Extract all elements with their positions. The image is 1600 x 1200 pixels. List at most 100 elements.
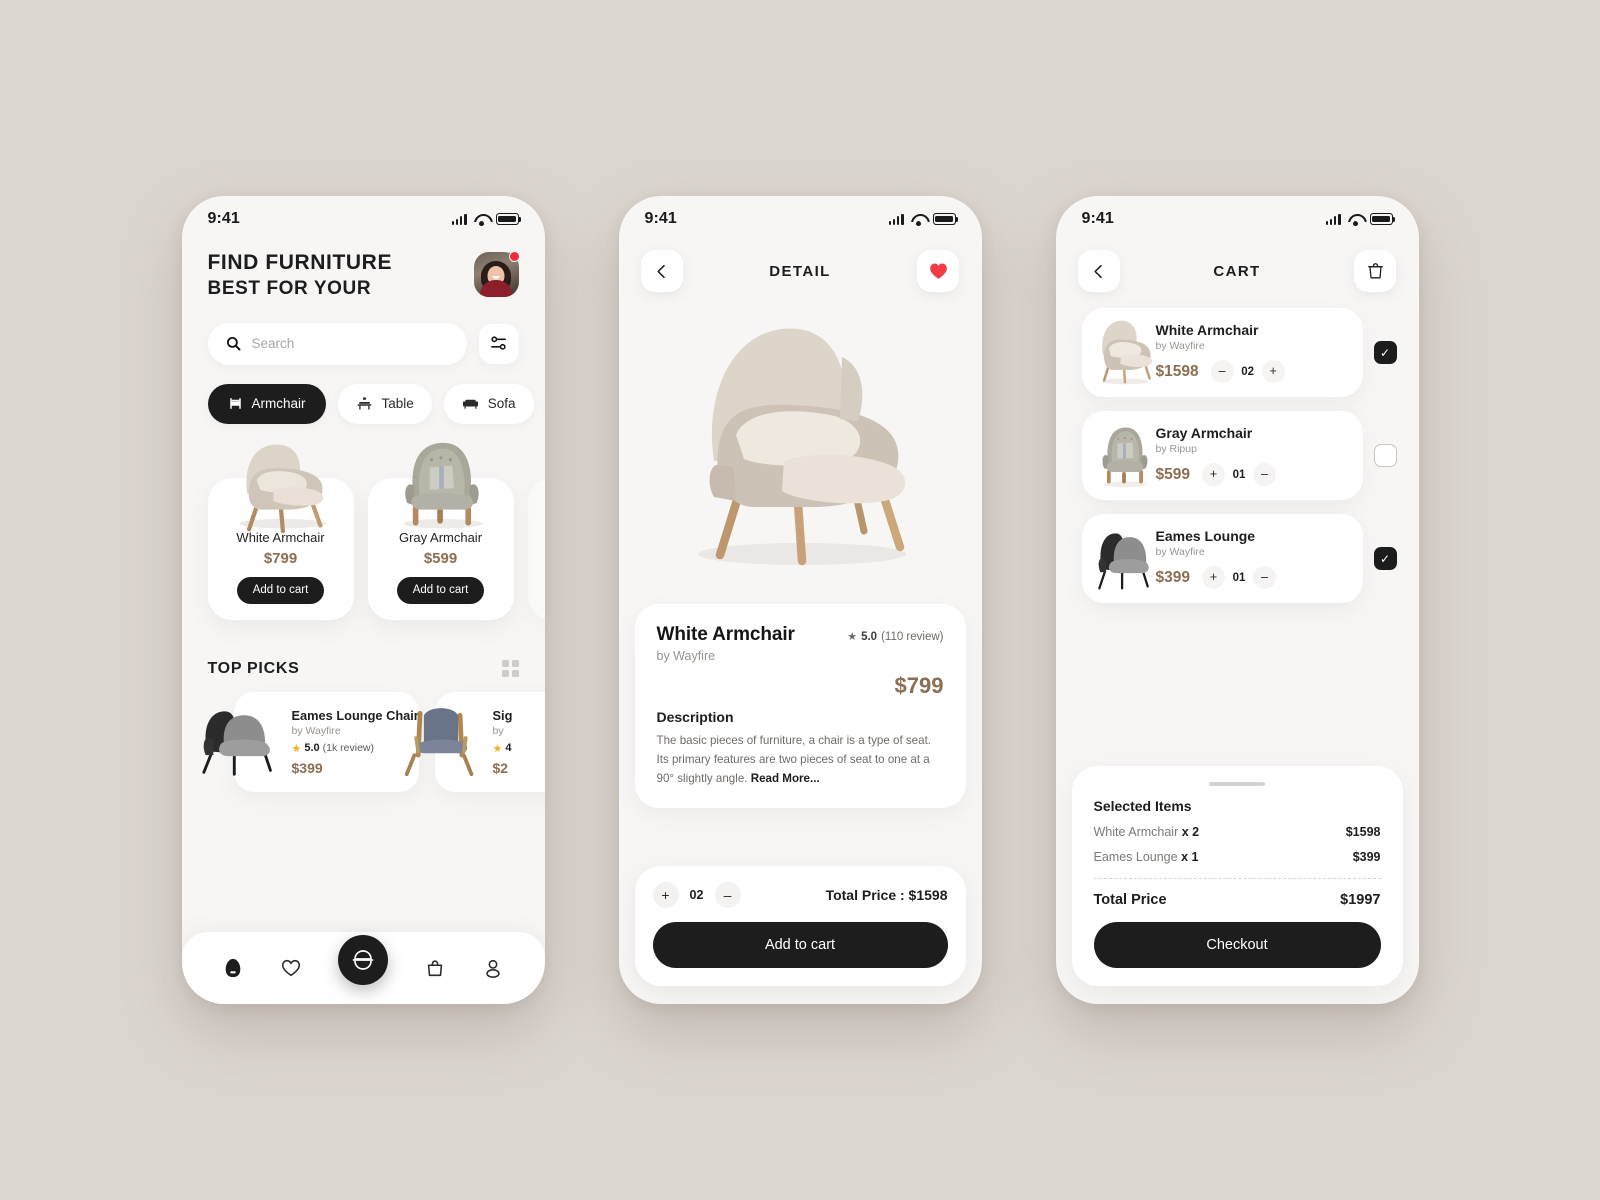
status-bar-home: 9:41 [182,196,545,242]
cart-item-card[interactable]: Eames Lounge by Wayfire $399 + 01 – [1081,514,1363,603]
category-chip-armchair[interactable]: Armchair [207,383,326,424]
cart-item-stepper: + 01 – [1201,566,1276,589]
review-count: (1k review) [322,742,375,755]
status-bar-detail: 9:41 [619,196,982,242]
cart-item-bottom: $599 + 01 – [1156,463,1349,486]
category-chip-table[interactable]: Table [337,383,432,424]
product-card[interactable]: Gray Armchair $599 Add to cart [367,442,514,620]
add-to-cart-button[interactable]: Add to cart [652,922,948,968]
cart-item-card[interactable]: Gray Armchair by Ripup $599 + 01 – [1081,411,1363,500]
product-card-partial[interactable] [527,477,545,620]
total-price-label: Total Price [1093,892,1167,908]
bag-icon[interactable] [424,957,446,979]
table-icon [357,397,371,410]
chevron-left-icon [657,264,665,278]
product-image [215,426,347,534]
top-pick-card[interactable]: Sig by ★ 4 $2 [404,691,545,792]
cellular-signal-icon [1325,213,1341,225]
decrement-button[interactable]: – [1252,463,1276,486]
phone-screen-detail: 9:41 DETAIL White Armchair ★ 5.0 (110 re… [618,196,982,1004]
category-chip-sofa[interactable]: Sofa [443,383,534,424]
cart-item-brand: by Wayfire [1155,340,1205,352]
armchair-icon [229,398,241,409]
detail-brand: by Wayfire [656,649,716,663]
add-to-cart-button[interactable]: Add to cart [236,576,325,604]
summary-divider [1093,878,1381,879]
decrement-button[interactable]: – [1252,566,1276,589]
cart-item-name: White Armchair [1155,322,1259,338]
detail-hero-image [619,296,982,596]
back-button[interactable] [640,250,683,292]
top-pick-image [393,700,489,778]
cart-items-list: White Armchair by Wayfire $1598 – 02 + ✓ [1056,292,1419,603]
user-icon[interactable] [482,957,504,979]
quantity-value: 02 [689,888,704,902]
cart-row: Eames Lounge by Wayfire $399 + 01 – ✓ [1056,514,1419,603]
cart-item-card[interactable]: White Armchair by Wayfire $1598 – 02 + [1081,308,1363,397]
detail-price: $799 [894,673,944,698]
page-title-line1: FIND FURNITURE [207,251,393,274]
increment-button[interactable]: + [1261,360,1285,383]
status-bar-cart: 9:41 [1056,196,1419,242]
cellular-signal-icon [888,213,904,225]
star-icon: ★ [492,742,503,755]
summary-item-qty: x 1 [1181,850,1199,864]
wifi-icon [474,214,489,226]
quantity-stepper: + 02 – [652,882,741,908]
increment-button[interactable]: + [652,882,679,908]
detail-navbar: DETAIL [619,242,982,292]
cart-item-checkbox[interactable]: ✓ [1373,547,1397,570]
chevron-left-icon [1094,264,1102,278]
phone-screen-cart: 9:41 CART White Armchair by Wayfire $159… [1055,196,1419,1004]
decrement-button[interactable]: – [714,882,741,908]
cart-item-checkbox[interactable] [1373,444,1397,467]
top-pick-name: Eames Lounge Chair [291,707,419,723]
product-price: $799 [263,549,298,567]
read-more-link[interactable]: Read More... [751,772,820,785]
checkout-button[interactable]: Checkout [1093,922,1381,968]
cart-summary-sheet: Selected Items White Armchair x 2 $1598 … [1071,766,1403,986]
detail-title: DETAIL [769,262,831,280]
battery-icon [1369,213,1395,225]
top-pick-price: $2 [492,759,509,776]
filter-button[interactable] [478,323,519,364]
heart-icon[interactable] [280,957,302,979]
decrement-button[interactable]: – [1210,360,1234,383]
scan-tab-button[interactable] [337,935,388,985]
delete-all-button[interactable] [1354,250,1397,292]
quantity-row: + 02 – Total Price : $1598 [652,882,948,908]
summary-title: Selected Items [1093,798,1192,814]
sofa-icon [462,399,478,409]
back-button[interactable] [1077,250,1120,292]
increment-button[interactable]: + [1201,566,1225,589]
grid-view-icon[interactable] [501,660,519,678]
product-card[interactable]: White Armchair $799 Add to cart [207,444,354,620]
cart-item-brand: by Ripup [1155,443,1197,455]
home-icon[interactable] [222,957,244,979]
detail-name-rating-row: White Armchair ★ 5.0 (110 review) [657,624,944,646]
description-heading: Description [656,709,734,725]
increment-button[interactable]: + [1201,463,1225,486]
home-header: FIND FURNITURE BEST FOR YOUR [182,242,545,301]
summary-line: Eames Lounge x 1 $399 [1094,850,1381,864]
cellular-signal-icon [451,213,467,225]
sheet-drag-handle[interactable] [1209,782,1265,786]
product-image [375,426,507,534]
top-pick-rating: ★ 5.0 (1k review) [292,742,405,755]
category-chip-label: Table [381,396,414,412]
rating-value: 5.0 [304,742,320,755]
summary-item-amount: $1598 [1345,825,1381,839]
add-to-cart-button[interactable]: Add to cart [396,576,485,604]
avatar-button[interactable] [473,251,520,297]
cart-row: Gray Armchair by Ripup $599 + 01 – [1056,411,1419,500]
quantity-value: 01 [1232,468,1246,481]
top-pick-card[interactable]: Eames Lounge Chair by Wayfire ★ 5.0 (1k … [201,691,419,792]
summary-item-name: Eames Lounge [1093,850,1178,864]
search-input[interactable]: Search [207,322,467,365]
status-indicators [1325,213,1395,226]
phone-screen-home: 9:41 FIND FURNITURE BEST FOR YOUR Search… [181,196,545,1004]
star-icon: ★ [291,742,302,755]
favorite-button[interactable] [917,250,960,292]
description-text: The basic pieces of furniture, a chair i… [657,732,944,788]
cart-item-checkbox[interactable]: ✓ [1373,341,1397,364]
